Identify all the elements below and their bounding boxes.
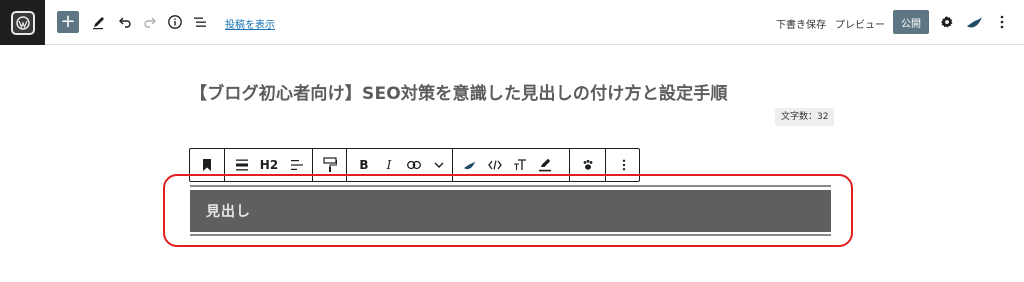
list-view-button[interactable] xyxy=(191,11,209,33)
vertical-ellipsis-icon xyxy=(1000,15,1004,29)
block-style-icon xyxy=(236,159,248,171)
tools-button[interactable] xyxy=(90,11,108,33)
publish-button[interactable]: 公開 xyxy=(893,10,929,34)
details-button[interactable] xyxy=(166,11,184,33)
preview-button[interactable]: プレビュー xyxy=(835,16,885,31)
leaf-logo-icon xyxy=(464,161,476,170)
bookmark-icon xyxy=(203,159,211,171)
add-block-button[interactable]: + xyxy=(57,11,79,33)
info-icon xyxy=(168,15,182,29)
gear-icon xyxy=(941,16,953,28)
code-icon xyxy=(488,160,502,170)
align-left-icon xyxy=(291,160,303,170)
paint-roller-icon xyxy=(323,157,337,172)
marker-icon xyxy=(539,158,551,172)
text-size-icon xyxy=(514,159,526,170)
list-view-icon xyxy=(194,17,206,27)
pencil-icon xyxy=(93,17,104,30)
word-count-badge: 文字数：32 xyxy=(775,108,835,126)
paw-icon xyxy=(583,159,593,170)
settings-button[interactable] xyxy=(939,11,955,33)
redo-icon xyxy=(144,17,156,28)
chevron-down-icon xyxy=(434,162,444,168)
highlight-annotation xyxy=(163,174,853,247)
wordpress-logo-icon xyxy=(10,10,35,35)
show-posts-link[interactable]: 投稿を表示 xyxy=(225,16,275,31)
site-logo-button[interactable] xyxy=(0,0,45,45)
post-title[interactable]: 【ブログ初心者向け】SEO対策を意識した見出しの付け方と設定手順 xyxy=(190,79,728,104)
undo-button[interactable] xyxy=(116,11,134,33)
undo-icon xyxy=(119,17,131,28)
leaf-logo-icon xyxy=(967,17,982,28)
link-icon xyxy=(407,160,421,170)
options-menu-button[interactable] xyxy=(996,11,1008,33)
redo-button[interactable] xyxy=(141,11,159,33)
vertical-ellipsis-icon xyxy=(622,159,626,171)
editor-top-bar: + 投稿を表示 下書き保存 プレビュー 公開 xyxy=(0,0,1024,45)
plugin-button[interactable] xyxy=(965,11,985,33)
save-draft-button[interactable]: 下書き保存 xyxy=(776,16,826,31)
plus-icon: + xyxy=(60,11,76,32)
